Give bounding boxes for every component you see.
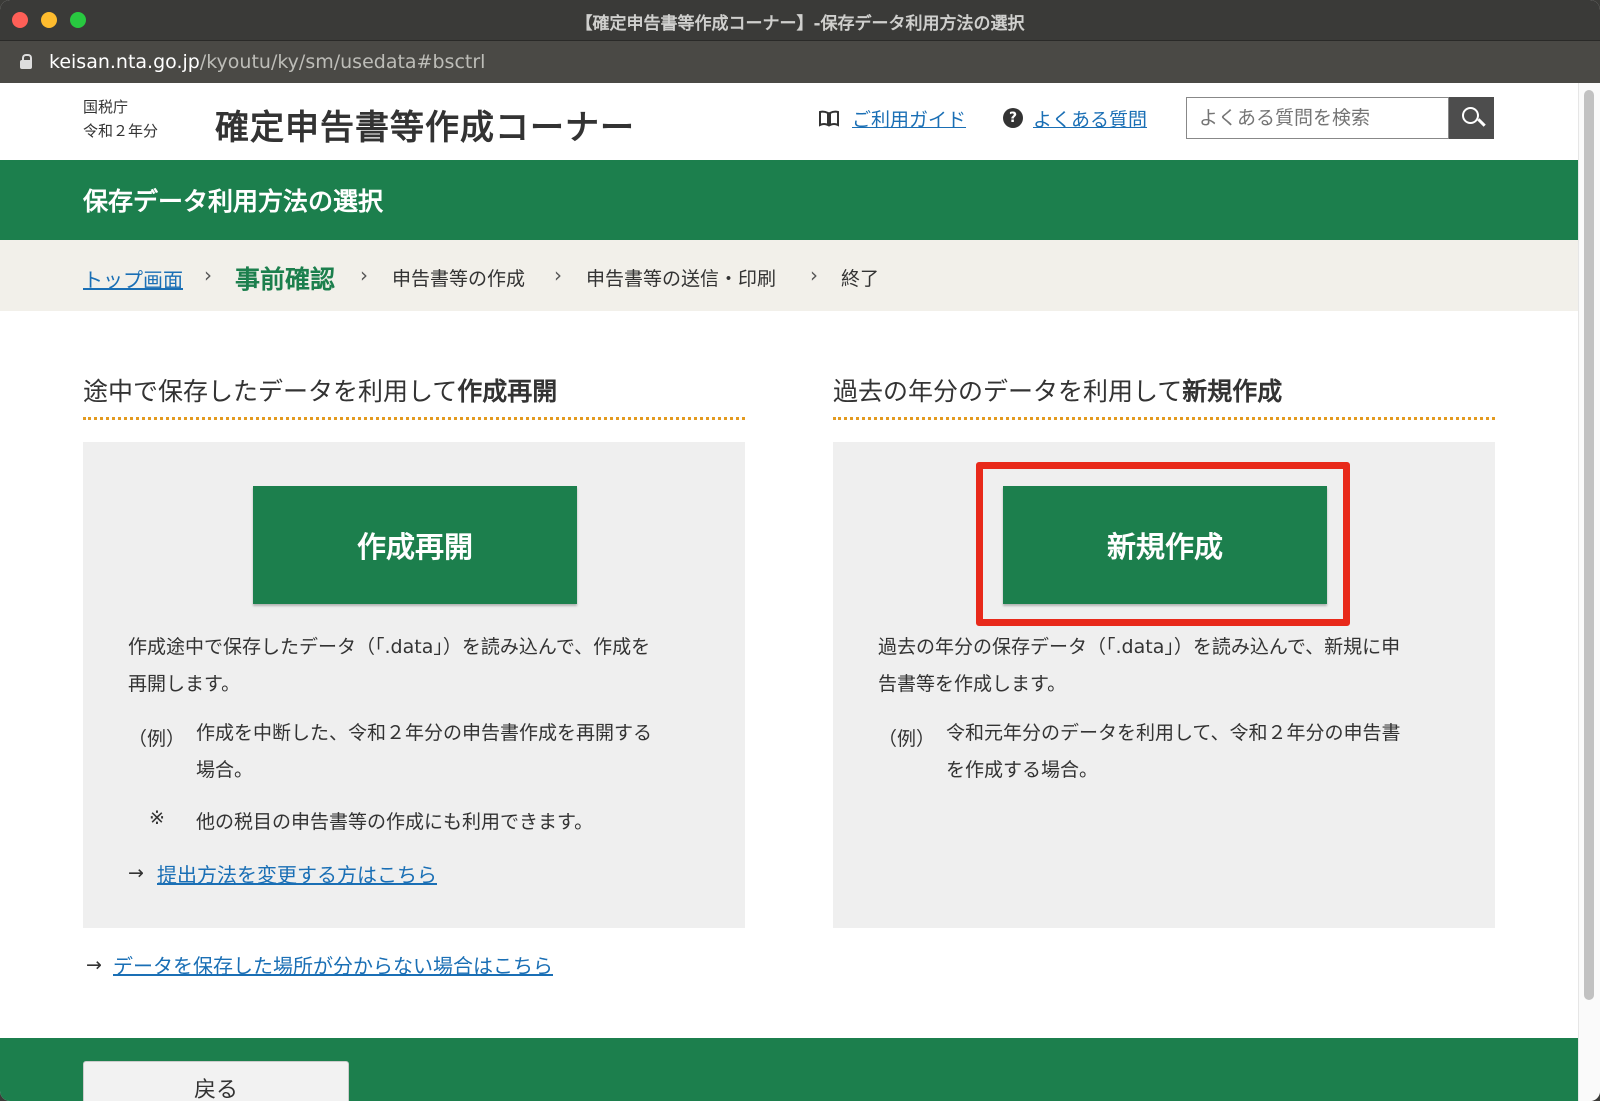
guide-link[interactable]: ご利用ガイド	[852, 105, 966, 132]
tax-year: 令和２年分	[83, 122, 159, 140]
breadcrumb-current-step: 事前確認	[235, 265, 336, 294]
faq-link[interactable]: よくある質問	[1033, 105, 1147, 132]
breadcrumb-top-link[interactable]: トップ画面	[83, 264, 183, 293]
new-heading-rule	[833, 417, 1495, 420]
question-icon: ?	[1003, 108, 1023, 128]
url-host: keisan.nta.go.jp	[49, 51, 200, 73]
new-example-line1: 令和元年分のデータを利用して、令和２年分の申告書	[946, 722, 1401, 744]
new-desc-line1: 過去の年分の保存データ（「.data」）を読み込んで、新規に申	[878, 636, 1401, 658]
search-button[interactable]	[1449, 97, 1494, 139]
address-bar[interactable]: keisan.nta.go.jp/kyoutu/ky/sm/usedata#bs…	[0, 40, 1600, 84]
agency-name: 国税庁	[83, 98, 129, 116]
chevron-right-icon: ›	[810, 263, 818, 287]
highlight-box	[976, 462, 1350, 626]
url-path: /kyoutu/ky/sm/usedata#bsctrl	[199, 51, 486, 73]
resume-desc-line1: 作成途中で保存したデータ（「.data」）を読み込んで、作成を	[128, 636, 651, 658]
resume-heading-bold: 作成再開	[457, 377, 558, 406]
search-icon	[1462, 107, 1479, 124]
scrollbar-thumb[interactable]	[1584, 90, 1594, 1000]
new-description: 過去の年分の保存データ（「.data」）を読み込んで、新規に申 告書等を作成しま…	[878, 629, 1478, 703]
resume-panel: 作成再開 作成途中で保存したデータ（「.data」）を読み込んで、作成を 再開し…	[83, 442, 745, 928]
resume-desc-line2: 再開します。	[128, 673, 241, 695]
resume-example-label: （例）	[128, 728, 186, 750]
resume-note: 他の税目の申告書等の作成にも利用できます。	[196, 811, 594, 833]
resume-button[interactable]: 作成再開	[253, 486, 577, 604]
new-example-label: （例）	[878, 728, 936, 750]
resume-example-line2: 場合。	[196, 759, 254, 781]
note-mark: ※	[149, 807, 165, 829]
new-example-line2: を作成する場合。	[946, 759, 1099, 781]
breadcrumb-step-send: 申告書等の送信・印刷	[586, 268, 777, 290]
chevron-right-icon: ›	[360, 263, 368, 287]
new-heading: 過去の年分のデータを利用して新規作成	[833, 372, 1282, 408]
page-title-banner: 保存データ利用方法の選択	[0, 160, 1578, 240]
site-header: 国税庁 令和２年分 確定申告書等作成コーナー ご利用ガイド ? よくある質問	[0, 83, 1578, 160]
new-heading-bold: 新規作成	[1182, 377, 1283, 406]
arrow-right-icon: →	[128, 862, 144, 884]
window-title: 【確定申告書等作成コーナー】-保存データ利用方法の選択	[575, 14, 1025, 34]
change-submission-method-link[interactable]: 提出方法を変更する方はこちら	[157, 859, 437, 888]
faq-search-input[interactable]	[1186, 97, 1449, 139]
back-button[interactable]: 戻る	[83, 1061, 349, 1101]
resume-heading-rule	[83, 417, 745, 420]
browser-window: 【確定申告書等作成コーナー】-保存データ利用方法の選択 keisan.nta.g…	[0, 0, 1600, 1101]
breadcrumb-step-end: 終了	[841, 268, 880, 290]
data-location-link[interactable]: データを保存した場所が分からない場合はこちら	[113, 950, 553, 979]
resume-example-line1: 作成を中断した、令和２年分の申告書作成を再開する	[196, 722, 653, 744]
breadcrumb: トップ画面 › 事前確認 › 申告書等の作成 › 申告書等の送信・印刷 › 終了	[0, 240, 1578, 311]
arrow-right-icon: →	[86, 954, 102, 976]
site-title[interactable]: 確定申告書等作成コーナー	[215, 100, 635, 149]
url-text[interactable]: keisan.nta.go.jp/kyoutu/ky/sm/usedata#bs…	[49, 51, 485, 73]
footer-bar: 戻る	[0, 1038, 1578, 1101]
resume-heading: 途中で保存したデータを利用して作成再開	[83, 372, 557, 408]
new-heading-prefix: 過去の年分のデータを利用して	[833, 377, 1183, 406]
breadcrumb-step-create: 申告書等の作成	[392, 268, 526, 290]
new-example: 令和元年分のデータを利用して、令和２年分の申告書 を作成する場合。	[946, 715, 1486, 789]
chevron-right-icon: ›	[204, 263, 212, 287]
resume-heading-prefix: 途中で保存したデータを利用して	[83, 377, 458, 406]
lock-icon	[20, 54, 32, 69]
page-title: 保存データ利用方法の選択	[83, 187, 384, 216]
chevron-right-icon: ›	[554, 263, 562, 287]
agency-block: 国税庁 令和２年分	[83, 95, 158, 143]
book-icon	[819, 110, 839, 127]
resume-example: 作成を中断した、令和２年分の申告書作成を再開する 場合。	[196, 715, 736, 789]
resume-description: 作成途中で保存したデータ（「.data」）を読み込んで、作成を 再開します。	[128, 629, 728, 703]
new-desc-line2: 告書等を作成します。	[878, 673, 1067, 695]
title-bar: 【確定申告書等作成コーナー】-保存データ利用方法の選択	[0, 0, 1600, 40]
